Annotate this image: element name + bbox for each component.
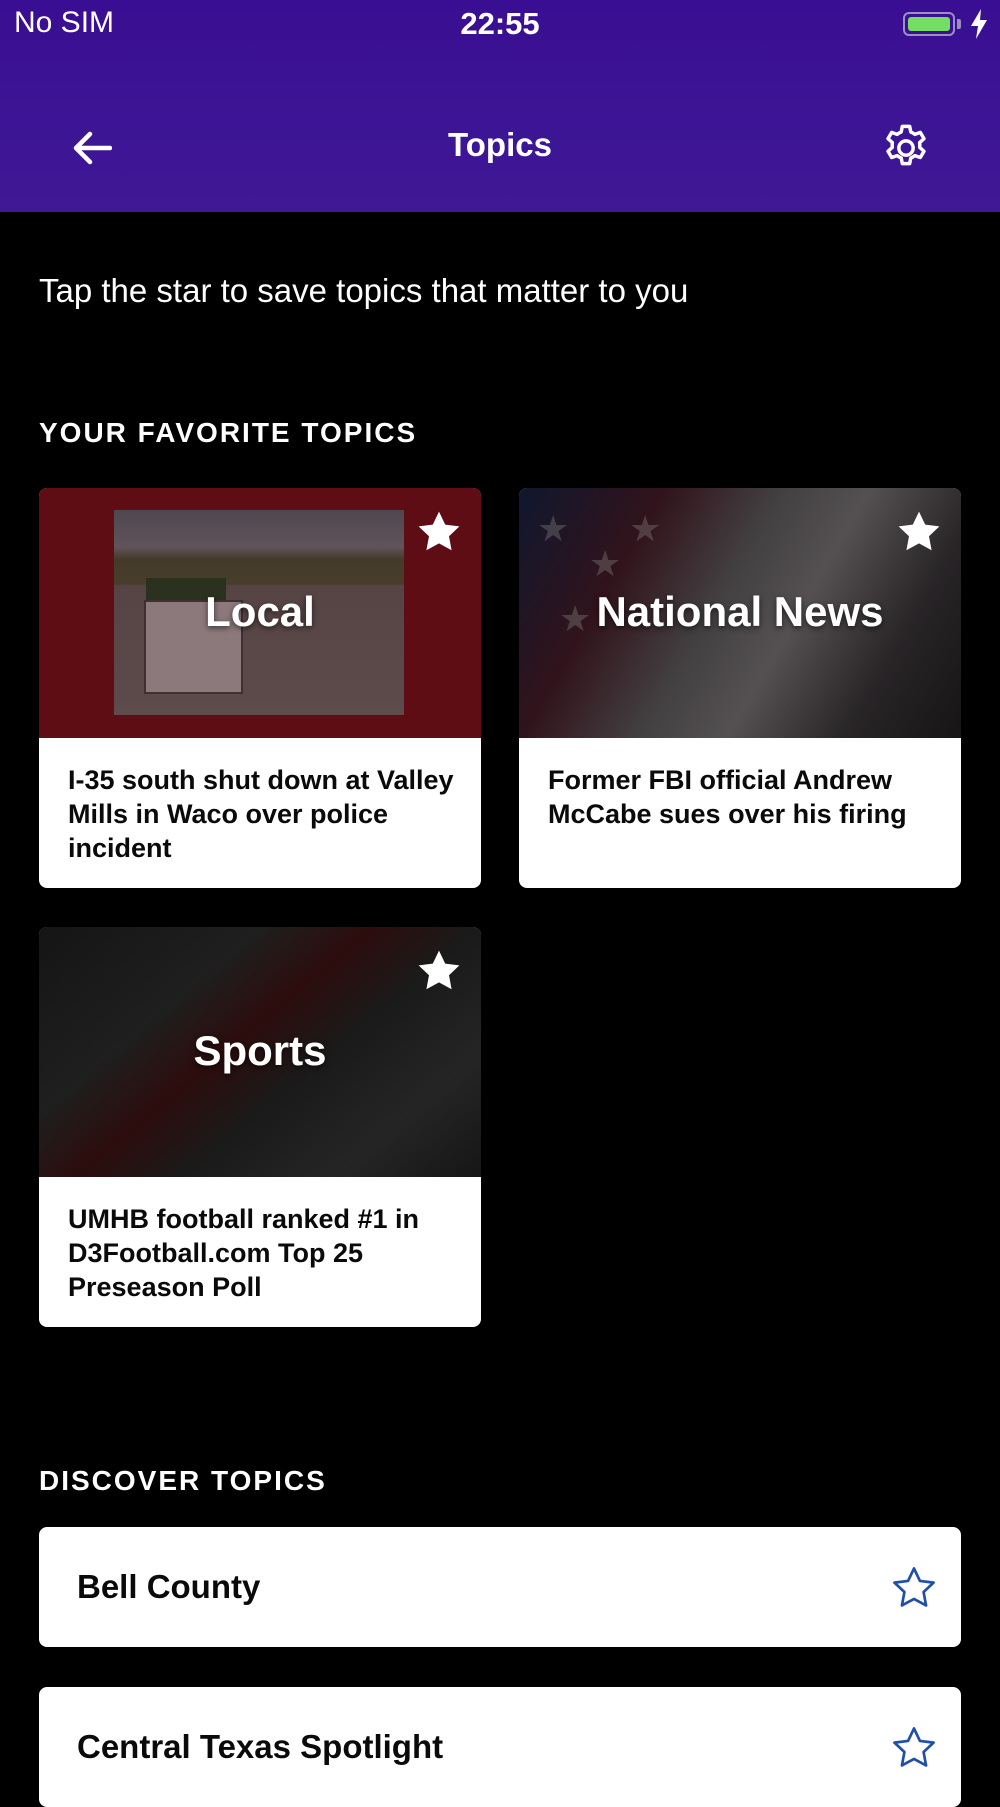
status-time: 22:55 — [460, 6, 540, 41]
card-topic-label: Local — [205, 588, 315, 635]
discover-heading: DISCOVER TOPICS — [39, 1465, 327, 1496]
page-title: Topics — [448, 126, 552, 163]
card-headline: I-35 south shut down at Valley Mills in … — [68, 765, 454, 863]
discover-item-central-texas-spotlight[interactable]: Central Texas Spotlight — [39, 1687, 961, 1807]
topic-card-sports[interactable]: Sports UMHB football ranked #1 in D3Foot… — [39, 927, 481, 1327]
card-topic-label: Sports — [193, 1027, 327, 1074]
gear-icon — [886, 124, 926, 166]
star-filled-icon[interactable] — [415, 947, 463, 995]
star-filled-icon[interactable] — [415, 508, 463, 556]
battery-icon — [903, 12, 955, 36]
discover-item-label: Bell County — [77, 1568, 261, 1605]
favorites-heading: YOUR FAVORITE TOPICS — [39, 417, 418, 448]
topic-card-national-news[interactable]: ★ ★ ★ ★ National News Former FBI officia… — [519, 488, 961, 888]
settings-button[interactable] — [876, 118, 936, 178]
star-filled-icon[interactable] — [895, 508, 943, 556]
topic-card-local[interactable]: Local I-35 south shut down at Valley Mil… — [39, 488, 481, 888]
discover-item-bell-county[interactable]: Bell County — [39, 1527, 961, 1647]
app-bar: No SIM 22:55 Topics — [0, 0, 1000, 212]
battery-tip — [957, 19, 961, 29]
charging-bolt-icon — [971, 9, 987, 39]
intro-text: Tap the star to save topics that matter … — [39, 272, 689, 309]
star-outline-icon[interactable] — [891, 1565, 937, 1611]
discover-item-label: Central Texas Spotlight — [77, 1728, 444, 1765]
star-outline-icon[interactable] — [891, 1725, 937, 1771]
card-headline: Former FBI official Andrew McCabe sues o… — [548, 765, 907, 829]
card-headline: UMHB football ranked #1 in D3Football.co… — [68, 1204, 420, 1302]
card-topic-label: National News — [596, 588, 884, 635]
